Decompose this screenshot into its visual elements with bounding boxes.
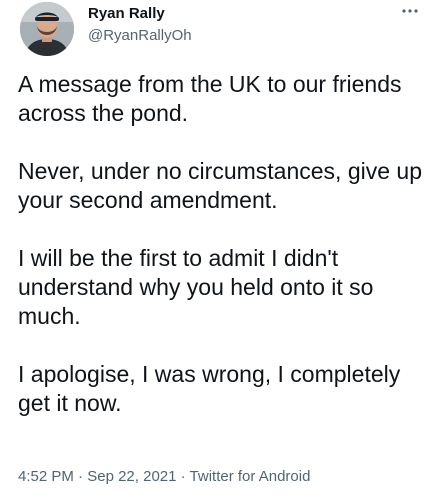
tweet-paragraph: A message from the UK to our friends acr… xyxy=(18,71,402,126)
avatar-image xyxy=(20,2,74,56)
tweet-paragraph: Never, under no circumstances, give up y… xyxy=(18,158,422,213)
author-names: Ryan Rally @RyanRallyOh xyxy=(88,4,192,46)
tweet-time[interactable]: 4:52 PM xyxy=(18,468,74,485)
meta-separator: · xyxy=(73,468,88,485)
author-display-name[interactable]: Ryan Rally xyxy=(88,4,192,24)
meta-separator: · xyxy=(176,468,190,485)
tweet-paragraph: I apologise, I was wrong, I completely g… xyxy=(18,361,401,416)
tweet-header: Ryan Rally @RyanRallyOh xyxy=(12,2,426,58)
tweet-date[interactable]: Sep 22, 2021 xyxy=(87,468,176,485)
tweet-metadata: 4:52 PM · Sep 22, 2021 · Twitter for And… xyxy=(18,467,310,487)
more-options-icon xyxy=(402,9,418,13)
author-handle[interactable]: @RyanRallyOh xyxy=(88,26,192,46)
avatar[interactable] xyxy=(20,2,74,56)
tweet-paragraph: I will be the first to admit I didn't un… xyxy=(18,245,374,329)
tweet-text: A message from the UK to our friends acr… xyxy=(18,70,428,418)
more-options-button[interactable] xyxy=(398,2,422,20)
tweet-source[interactable]: Twitter for Android xyxy=(190,468,311,485)
tweet-card: Ryan Rally @RyanRallyOh A message from t… xyxy=(0,0,438,500)
